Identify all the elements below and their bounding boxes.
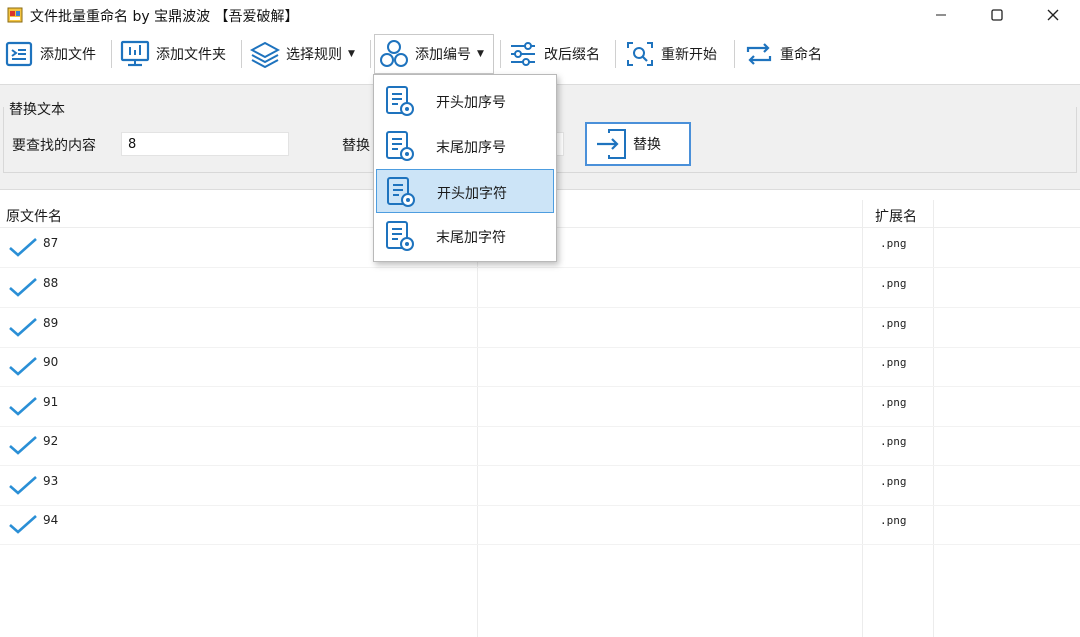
title-bar: 文件批量重命名 by 宝鼎波波 【吾爱破解】 bbox=[0, 0, 1080, 30]
menu-item-prefix-char[interactable]: 开头加字符 bbox=[376, 169, 554, 213]
change-suffix-button[interactable]: 改后缀名 bbox=[504, 34, 604, 74]
table-row[interactable]: 90 .png bbox=[0, 347, 1080, 387]
restart-label: 重新开始 bbox=[661, 47, 717, 63]
close-button[interactable] bbox=[1024, 0, 1080, 30]
maximize-icon bbox=[991, 9, 1003, 21]
table-row[interactable]: 88 .png bbox=[0, 268, 1080, 308]
toolbar-separator bbox=[111, 40, 112, 68]
menu-item-suffix-number[interactable]: 末尾加序号 bbox=[376, 124, 554, 168]
chevron-down-icon: ▼ bbox=[477, 49, 484, 59]
restart-button[interactable]: 重新开始 bbox=[621, 34, 721, 74]
document-badge-icon bbox=[386, 86, 414, 116]
app-icon bbox=[7, 7, 23, 23]
rename-button[interactable]: 重命名 bbox=[740, 34, 826, 74]
add-number-button[interactable]: 添加编号 ▼ bbox=[374, 34, 494, 74]
row-ext: .png bbox=[880, 277, 907, 290]
row-name: 92 bbox=[43, 434, 59, 448]
table-row[interactable]: 93 .png bbox=[0, 466, 1080, 506]
add-file-label: 添加文件 bbox=[40, 47, 96, 63]
row-name: 93 bbox=[43, 474, 59, 488]
check-icon bbox=[9, 397, 37, 416]
column-header-extension[interactable]: 扩展名 bbox=[875, 206, 917, 226]
row-name: 90 bbox=[43, 355, 59, 369]
repeat-icon bbox=[744, 39, 774, 69]
check-icon bbox=[9, 278, 37, 297]
add-file-button[interactable]: 添加文件 bbox=[0, 34, 100, 74]
close-icon bbox=[1047, 9, 1059, 21]
search-icon bbox=[625, 39, 655, 69]
sliders-icon bbox=[508, 39, 538, 69]
toolbar-separator bbox=[734, 40, 735, 68]
check-icon bbox=[9, 318, 37, 337]
toolbar-separator bbox=[500, 40, 501, 68]
menu-item-label: 末尾加字符 bbox=[436, 230, 506, 246]
row-name: 94 bbox=[43, 513, 59, 527]
check-icon bbox=[9, 476, 37, 495]
replace-button-label: 替换 bbox=[633, 137, 661, 153]
minimize-icon bbox=[936, 14, 946, 16]
row-ext: .png bbox=[880, 356, 907, 369]
layers-icon bbox=[250, 39, 280, 69]
row-name: 87 bbox=[43, 236, 59, 250]
select-rule-label: 选择规则 bbox=[286, 47, 342, 63]
menu-item-label: 开头加序号 bbox=[436, 95, 506, 111]
select-rule-button[interactable]: 选择规则 ▼ bbox=[246, 34, 359, 74]
toolbar: 添加文件 添加文件夹 选择规则 ▼ 添加编号 ▼ 改后缀名 重新开始 重命名 bbox=[0, 30, 1080, 78]
check-icon bbox=[9, 357, 37, 376]
toolbar-separator bbox=[615, 40, 616, 68]
row-name: 91 bbox=[43, 395, 59, 409]
row-name: 88 bbox=[43, 276, 59, 290]
add-number-label: 添加编号 bbox=[415, 47, 471, 63]
row-ext: .png bbox=[880, 435, 907, 448]
rename-label: 重命名 bbox=[780, 47, 822, 63]
check-icon bbox=[9, 238, 37, 257]
find-input[interactable] bbox=[121, 132, 289, 156]
table-row[interactable]: 89 .png bbox=[0, 308, 1080, 348]
replace-label: 替换 bbox=[342, 138, 370, 154]
document-badge-icon bbox=[387, 177, 415, 207]
menu-item-prefix-number[interactable]: 开头加序号 bbox=[376, 79, 554, 123]
add-file-icon bbox=[4, 39, 34, 69]
hexagons-icon bbox=[379, 39, 409, 69]
replace-icon bbox=[597, 129, 626, 159]
add-folder-label: 添加文件夹 bbox=[156, 47, 226, 63]
table-row[interactable]: 92 .png bbox=[0, 426, 1080, 466]
row-ext: .png bbox=[880, 317, 907, 330]
toolbar-separator bbox=[370, 40, 371, 68]
menu-item-label: 末尾加序号 bbox=[436, 140, 506, 156]
find-label: 要查找的内容 bbox=[12, 138, 96, 154]
add-number-dropdown: 开头加序号 末尾加序号 开头加字符 末尾加字符 bbox=[373, 74, 557, 262]
chevron-down-icon: ▼ bbox=[348, 49, 355, 59]
row-ext: .png bbox=[880, 396, 907, 409]
replace-button[interactable]: 替换 bbox=[585, 122, 691, 166]
toolbar-separator bbox=[241, 40, 242, 68]
file-list[interactable]: 原文件名 扩展名 87 .png 88 .png 89 .png 90 .png… bbox=[0, 200, 1080, 637]
change-suffix-label: 改后缀名 bbox=[544, 47, 600, 63]
row-ext: .png bbox=[880, 475, 907, 488]
check-icon bbox=[9, 515, 37, 534]
table-row[interactable]: 94 .png bbox=[0, 505, 1080, 545]
document-badge-icon bbox=[386, 131, 414, 161]
row-name: 89 bbox=[43, 316, 59, 330]
group-title: 替换文本 bbox=[9, 102, 65, 118]
column-header-original-name[interactable]: 原文件名 bbox=[6, 206, 62, 226]
menu-item-label: 开头加字符 bbox=[437, 186, 507, 202]
check-icon bbox=[9, 436, 37, 455]
maximize-button[interactable] bbox=[968, 0, 1026, 30]
add-folder-button[interactable]: 添加文件夹 bbox=[116, 34, 230, 74]
table-row[interactable]: 91 .png bbox=[0, 387, 1080, 427]
document-badge-icon bbox=[386, 221, 414, 251]
row-ext: .png bbox=[880, 237, 907, 250]
add-folder-icon bbox=[120, 39, 150, 69]
minimize-button[interactable] bbox=[912, 0, 970, 30]
window-title: 文件批量重命名 by 宝鼎波波 【吾爱破解】 bbox=[30, 9, 299, 25]
row-ext: .png bbox=[880, 514, 907, 527]
menu-item-suffix-char[interactable]: 末尾加字符 bbox=[376, 214, 554, 258]
